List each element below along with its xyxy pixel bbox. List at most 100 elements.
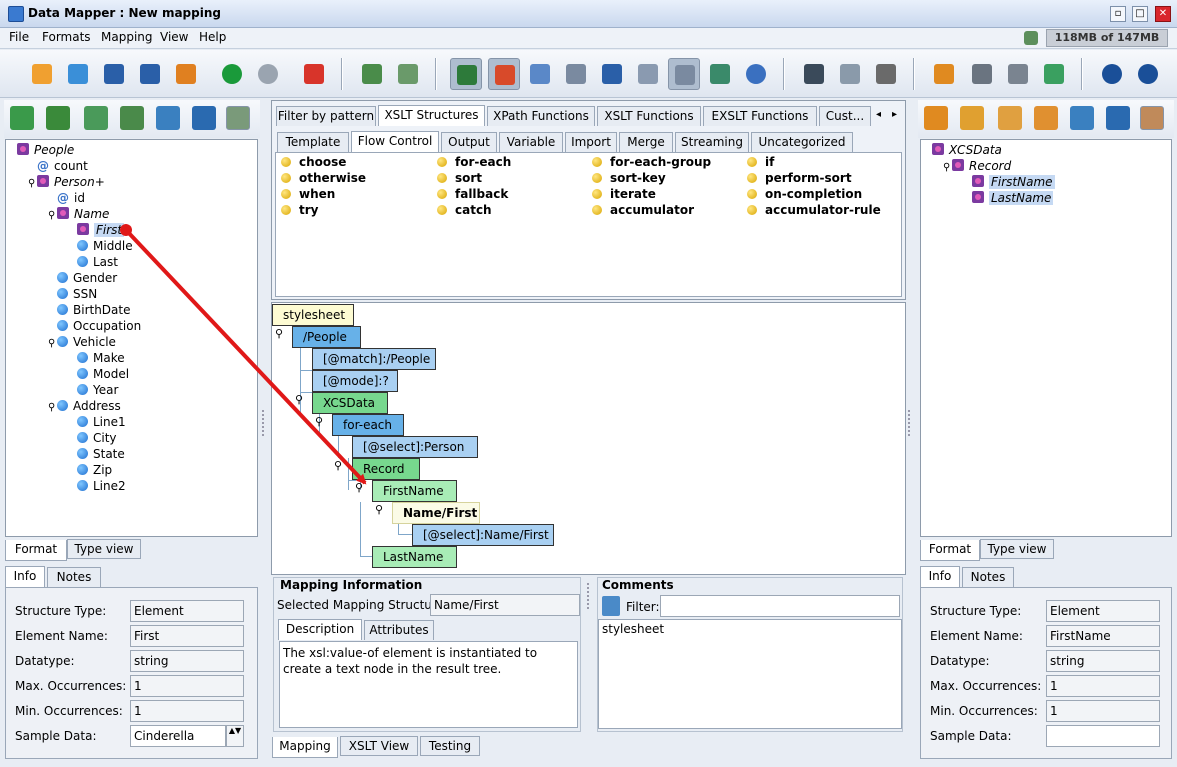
mapping-node-record[interactable]: Record (352, 458, 420, 480)
tree-node[interactable]: Occupation (48, 318, 141, 334)
mapping-node-select-name-first[interactable]: [@select]:Name/First (412, 524, 554, 546)
inspect-icon[interactable] (156, 106, 180, 130)
collapse-icon[interactable] (1002, 58, 1034, 90)
structure-settings-icon[interactable] (392, 58, 424, 90)
mapping-node-stylesheet[interactable]: stylesheet (272, 304, 354, 326)
maximize-icon[interactable]: □ (1132, 6, 1148, 22)
edit-icon[interactable] (192, 106, 216, 130)
tab-exslt-functions[interactable]: EXSLT Functions (703, 106, 817, 126)
expand-icon[interactable] (966, 58, 998, 90)
splitter-handle[interactable] (262, 410, 268, 436)
tree-node[interactable]: Zip (68, 462, 112, 478)
tab-uncategorized[interactable]: Uncategorized (751, 132, 853, 152)
tab-info[interactable]: Info (5, 566, 45, 587)
menu-help[interactable]: Help (199, 30, 226, 44)
tab-testing[interactable]: Testing (420, 736, 480, 756)
open-format-icon[interactable] (62, 58, 94, 90)
flow-item[interactable]: fallback (437, 187, 508, 201)
sample-data-spinner[interactable]: ▲▼ (226, 725, 244, 747)
find-icon[interactable] (960, 106, 984, 130)
tab-template[interactable]: Template (277, 132, 349, 152)
expand-pin-icon[interactable]: ⚲ (28, 176, 37, 192)
close-icon[interactable]: ✕ (1155, 6, 1171, 22)
expand-pin-icon[interactable]: ⚲ (48, 208, 57, 224)
tree-node[interactable]: SSN (48, 286, 97, 302)
list-icon[interactable] (1034, 106, 1058, 130)
exit-icon[interactable] (298, 58, 330, 90)
tree-node[interactable]: LastName (963, 190, 1054, 206)
tab-description[interactable]: Description (278, 619, 362, 640)
about-icon[interactable] (1132, 58, 1164, 90)
attribute-view-icon[interactable] (668, 58, 700, 90)
note-icon[interactable] (998, 106, 1022, 130)
tab-variable[interactable]: Variable (499, 132, 563, 152)
mapping-node-name-first[interactable]: Name/First (392, 502, 480, 524)
flow-item[interactable]: sort-key (592, 171, 666, 185)
tab-format[interactable]: Format (920, 540, 980, 561)
mapping-node-xcsdata[interactable]: XCSData (312, 392, 388, 414)
expand-pin-icon[interactable]: ⚲ (48, 336, 57, 352)
tab-filter-by-pattern[interactable]: Filter by pattern (276, 106, 376, 126)
mapping-node-match[interactable]: [@match]:/People (312, 348, 436, 370)
comments-filter-input[interactable] (660, 595, 900, 617)
collapse-pin-icon[interactable]: ⚲ (315, 415, 323, 428)
table-icon[interactable] (704, 58, 736, 90)
save-xslt-icon[interactable] (596, 58, 628, 90)
collapse-pin-icon[interactable]: ⚲ (355, 481, 363, 494)
collapse-pin-icon[interactable]: ⚲ (295, 393, 303, 406)
sample-data-input[interactable] (1046, 725, 1160, 747)
mapping-node-people[interactable]: /People (292, 326, 361, 348)
tree-view-icon[interactable] (1140, 106, 1164, 130)
tree-node[interactable]: ⚲ Record (943, 158, 1011, 174)
tab-notes[interactable]: Notes (962, 567, 1014, 587)
tab-mapping[interactable]: Mapping (272, 737, 338, 758)
tree-node[interactable]: BirthDate (48, 302, 131, 318)
flow-item[interactable]: sort (437, 171, 482, 185)
edit-icon[interactable] (1106, 106, 1130, 130)
move-icon[interactable] (928, 58, 960, 90)
flow-item[interactable]: choose (281, 155, 346, 169)
paste-icon[interactable] (870, 58, 902, 90)
list-icon[interactable] (120, 106, 144, 130)
tree-node[interactable]: State (68, 446, 125, 462)
tab-type-view[interactable]: Type view (67, 539, 141, 559)
tree-node[interactable]: ⚲ Vehicle (48, 334, 116, 350)
tree-view-icon[interactable] (226, 106, 250, 130)
flow-item[interactable]: otherwise (281, 171, 366, 185)
flow-item[interactable]: catch (437, 203, 492, 217)
document-icon[interactable] (524, 58, 556, 90)
collapse-pin-icon[interactable]: ⚲ (375, 503, 383, 516)
restore-icon[interactable]: ▫ (1110, 6, 1126, 22)
note-icon[interactable] (84, 106, 108, 130)
redo-icon[interactable] (252, 58, 284, 90)
tree-node[interactable]: Last (68, 254, 118, 270)
help-icon[interactable] (1096, 58, 1128, 90)
tree-node[interactable]: XCSData (923, 142, 1002, 158)
tab-import[interactable]: Import (565, 132, 617, 152)
layers-icon[interactable] (1038, 58, 1070, 90)
splitter-handle[interactable] (587, 583, 593, 609)
garbage-collect-icon[interactable] (1024, 31, 1038, 45)
tree-node[interactable]: ⚲ Address (48, 398, 121, 414)
tab-info[interactable]: Info (920, 566, 960, 587)
menu-mapping[interactable]: Mapping (101, 30, 153, 44)
flow-item[interactable]: if (747, 155, 774, 169)
mapping-canvas[interactable]: ⚲ ⚲ ⚲ ⚲ ⚲ ⚲ stylesheet /People [@match]:… (271, 302, 906, 575)
tree-node[interactable]: City (68, 430, 117, 446)
tree-node[interactable]: People (8, 142, 74, 158)
xslt-code-icon[interactable] (560, 58, 592, 90)
tree-node[interactable]: Gender (48, 270, 117, 286)
flow-item[interactable]: accumulator (592, 203, 694, 217)
tree-node[interactable]: Year (68, 382, 118, 398)
tab-xpath-functions[interactable]: XPath Functions (487, 106, 595, 126)
new-format-icon[interactable] (26, 58, 58, 90)
import-icon[interactable] (10, 106, 34, 130)
mapping-node-firstname[interactable]: FirstName (372, 480, 457, 502)
inspect-icon[interactable] (1070, 106, 1094, 130)
tab-xslt-functions[interactable]: XSLT Functions (597, 106, 701, 126)
mapping-node-select-person[interactable]: [@select]:Person (352, 436, 478, 458)
save-as-icon[interactable] (134, 58, 166, 90)
flow-item[interactable]: on-completion (747, 187, 862, 201)
tab-merge[interactable]: Merge (619, 132, 673, 152)
tab-streaming[interactable]: Streaming (675, 132, 749, 152)
